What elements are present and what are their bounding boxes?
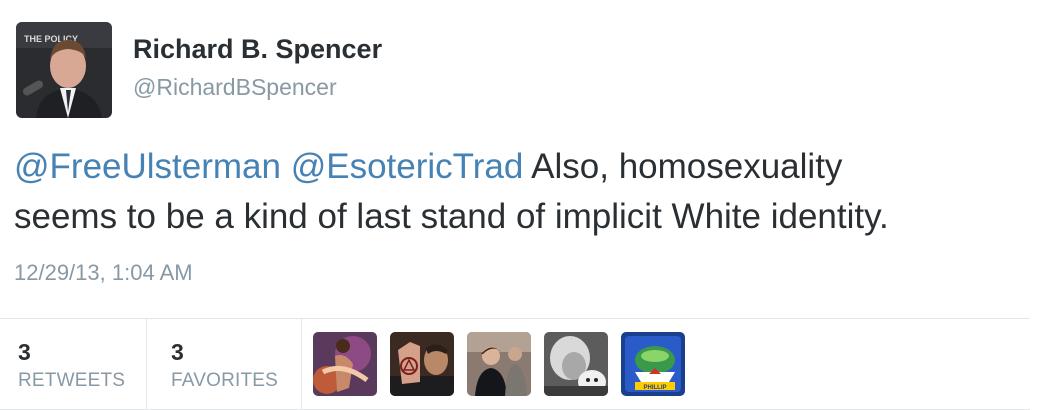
- favoriter-avatar[interactable]: PHILLIP: [621, 332, 685, 396]
- favoriter-avatar-icon: [313, 332, 377, 396]
- favoriter-avatar-icon: [544, 332, 608, 396]
- favoriter-avatar[interactable]: [313, 332, 377, 396]
- tweet-timestamp[interactable]: 12/29/13, 1:04 AM: [14, 260, 193, 286]
- tweet-text: @FreeUlsterman @EsotericTrad Also, homos…: [14, 142, 1024, 242]
- favoriter-badge-text: PHILLIP: [643, 385, 666, 391]
- favoriter-avatar-icon: PHILLIP: [621, 332, 685, 396]
- mention-link[interactable]: @EsotericTrad: [291, 147, 524, 186]
- retweets-count: 3: [18, 339, 31, 365]
- author-avatar-icon: THE POLICY: [16, 22, 112, 118]
- retweets-stat[interactable]: 3 RETWEETS: [0, 319, 147, 409]
- favoriter-avatar[interactable]: [467, 332, 531, 396]
- favoriter-avatar[interactable]: [544, 332, 608, 396]
- mention-link[interactable]: @FreeUlsterman: [14, 147, 281, 186]
- favoriter-avatar-icon: [390, 332, 454, 396]
- author-name[interactable]: Richard B. Spencer: [133, 34, 382, 65]
- tweet-body-line-2: seems to be a kind of last stand of impl…: [14, 197, 889, 236]
- author-handle[interactable]: @RichardBSpencer: [133, 74, 337, 101]
- favorites-stat[interactable]: 3 FAVORITES: [147, 319, 302, 409]
- tweet-body-line-1: Also, homosexuality: [531, 147, 843, 186]
- favoriter-avatar[interactable]: [390, 332, 454, 396]
- author-avatar[interactable]: THE POLICY: [16, 22, 112, 118]
- favorites-label: FAVORITES: [171, 370, 279, 391]
- favoriter-avatar-icon: [467, 332, 531, 396]
- favorites-count: 3: [171, 339, 184, 365]
- retweets-label: RETWEETS: [18, 370, 126, 391]
